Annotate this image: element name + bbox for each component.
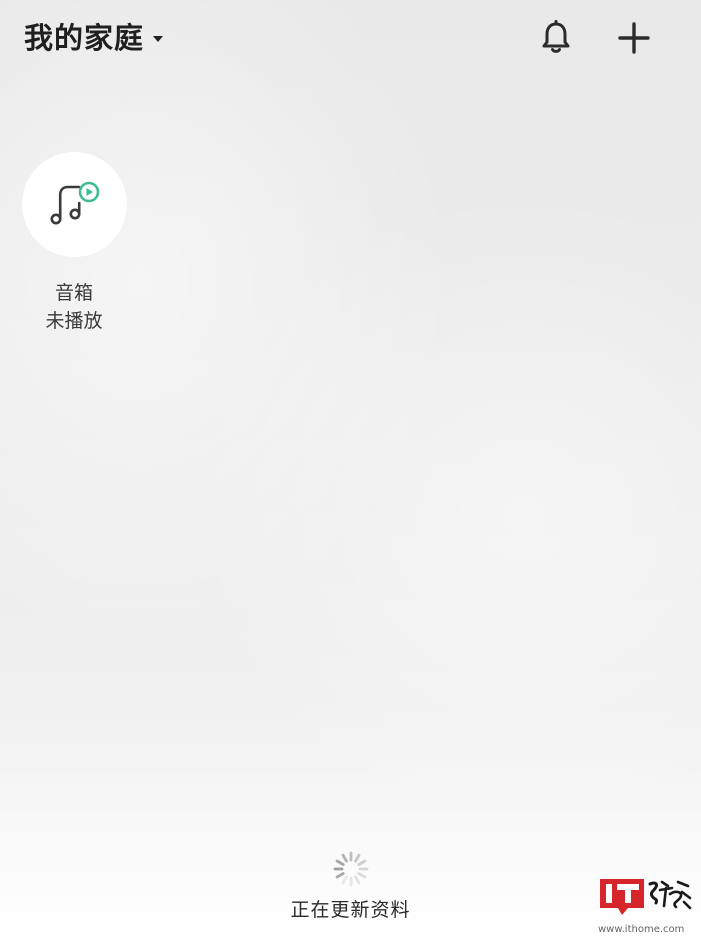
watermark: www.ithome.com xyxy=(598,876,694,935)
notifications-button[interactable] xyxy=(536,18,576,58)
device-status: 未播放 xyxy=(45,310,103,332)
music-note-play-icon xyxy=(50,181,100,224)
loading-text: 正在更新资料 xyxy=(290,899,411,921)
ithome-logo xyxy=(600,879,692,915)
top-bar: 我的家庭 xyxy=(0,0,701,78)
plus-icon xyxy=(618,22,650,54)
device-icon-circle xyxy=(21,152,127,257)
device-card-speaker[interactable]: 音箱 未播放 xyxy=(20,152,128,335)
device-name: 音箱 xyxy=(54,282,93,304)
add-button[interactable] xyxy=(614,18,654,58)
caret-down-icon xyxy=(153,36,164,42)
loading-indicator: 正在更新资料 xyxy=(0,850,701,924)
spinner-icon xyxy=(333,851,368,887)
home-title: 我的家庭 xyxy=(24,21,145,55)
watermark-url: www.ithome.com xyxy=(598,924,685,935)
bell-icon xyxy=(542,20,570,53)
home-selector[interactable]: 我的家庭 xyxy=(24,16,164,60)
